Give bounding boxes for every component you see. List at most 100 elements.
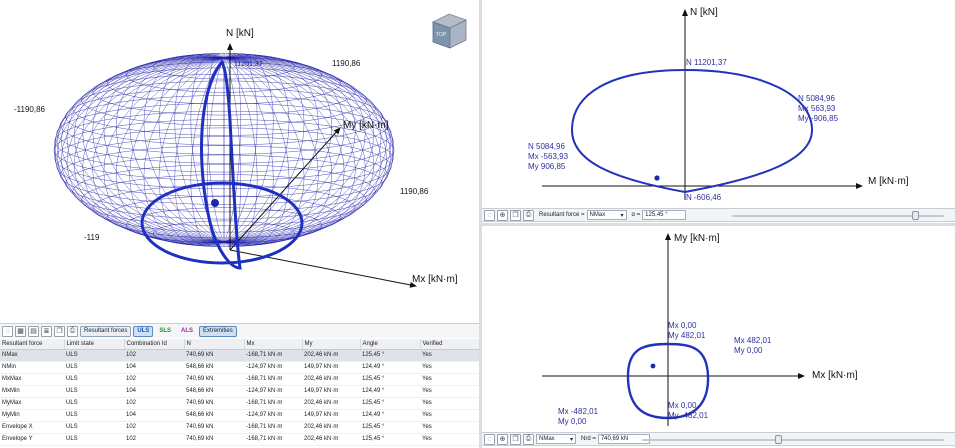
value-label-right: 1190,86 (400, 187, 429, 196)
column-header-verified[interactable]: Verified (420, 339, 479, 350)
surface-meridian (223, 57, 290, 247)
cell-n: 740,69 kN (184, 349, 244, 362)
cell-limit-state: ULS (64, 421, 124, 434)
cell-angle: 124,49 ° (360, 385, 420, 398)
print-icon[interactable]: ⎙ (67, 325, 78, 337)
cell-resultant-force: MxMin (0, 385, 64, 398)
resultant-force-select[interactable]: NMax ▾ (536, 434, 576, 444)
zoom-window-icon[interactable]: ⊕ (497, 433, 508, 445)
column-header-my[interactable]: My (302, 339, 361, 350)
cell-verified: Yes (420, 433, 479, 446)
results-toolbar: ◌ ▦ ▤ ≣ ❐ ⎙ Resultant forces ULS SLS ALS… (0, 323, 479, 338)
view-cube[interactable]: TOP (431, 13, 468, 49)
uls-toggle[interactable]: ULS (133, 325, 154, 337)
cell-verified: Yes (420, 385, 479, 398)
surface-meridian (103, 55, 225, 243)
copy-icon[interactable]: ❐ (510, 209, 521, 221)
cell-n: 548,66 kN (184, 385, 244, 398)
cell-mx: -168,71 kN·m (244, 421, 302, 434)
alpha-slider[interactable] (732, 211, 944, 220)
alpha-input[interactable]: 125,45 ° (642, 210, 687, 220)
copy-icon[interactable]: ❐ (54, 325, 65, 337)
chevron-down-icon: ▾ (569, 436, 573, 443)
cell-resultant-force: Envelope X (0, 421, 64, 434)
left-label-my: My 906,85 (528, 162, 566, 171)
surface-meridian (158, 57, 225, 247)
als-toggle[interactable]: ALS (177, 326, 197, 337)
left-label-my: My 0,00 (558, 417, 587, 426)
column-header-resultant-force[interactable]: Resultant force (0, 339, 65, 350)
cell-angle: 125,45 ° (360, 373, 420, 386)
cell-my: 149,97 kN·m (302, 409, 360, 422)
cell-angle: 125,45 ° (360, 397, 420, 410)
cell-limit-state: ULS (64, 373, 124, 386)
surface-meridian (223, 53, 258, 243)
nrd-slider-handle[interactable] (774, 435, 782, 444)
grid-view-icon[interactable]: ▦ (15, 325, 26, 337)
cell-combination-id: 104 (124, 409, 184, 422)
zoom-fit-icon[interactable]: ◌ (484, 209, 495, 221)
resultant-forces-button[interactable]: Resultant forces (80, 325, 132, 337)
mx-my-toolbar: ◌ ⊕ ❐ ⎙ NMax ▾ Nrd = 740,69 kN (482, 432, 955, 446)
extremities-button[interactable]: Extremities (199, 325, 237, 337)
cell-my: 202,46 kN·m (302, 373, 360, 386)
print-icon[interactable]: ⎙ (523, 209, 534, 221)
table-row[interactable]: NMax ULS 102 740,69 kN -168,71 kN·m 202,46 kN… (0, 349, 479, 362)
nrd-slider[interactable] (642, 435, 944, 444)
list-view-icon[interactable]: ≣ (41, 325, 52, 337)
bottom-label-mx: Mx 0,00 (668, 401, 697, 410)
table-row[interactable]: MyMin ULS 104 548,66 kN -124,97 kN·m 149,97 k… (0, 409, 479, 422)
copy-icon[interactable]: ❐ (510, 433, 521, 445)
interaction-surface-3d[interactable]: N [kN] My [kN·m] Mx [kN·m] 1190,86 -1190… (0, 0, 479, 322)
table-row[interactable]: Envelope X ULS 102 740,69 kN -168,71 kN·m 202… (0, 421, 479, 434)
table-row[interactable]: MyMax ULS 102 740,69 kN -168,71 kN·m 202,46 k… (0, 397, 479, 410)
surface-meridian (223, 53, 290, 243)
surface-meridian (190, 57, 225, 247)
mx-my-diagram-pane[interactable]: My [kN·m] Mx [kN·m] Mx 0,00 My 482,01 Mx… (482, 226, 955, 432)
n-axis-label: N [kN] (226, 28, 254, 39)
surface-meridian (223, 57, 345, 245)
cell-my: 149,97 kN·m (302, 361, 360, 374)
table-row[interactable]: MxMax ULS 102 740,69 kN -168,71 kN·m 202,46 k… (0, 373, 479, 386)
cell-resultant-force: MyMin (0, 409, 64, 422)
column-header-mx[interactable]: Mx (244, 339, 303, 350)
interaction-3d-view[interactable]: N [kN] My [kN·m] Mx [kN·m] 1190,86 -1190… (0, 0, 479, 322)
table-row[interactable]: MxMin ULS 104 548,66 kN -124,97 kN·m 149,97 k… (0, 385, 479, 398)
resultant-force-select[interactable]: NMax ▾ (586, 210, 627, 220)
cell-verified: Yes (420, 409, 479, 422)
cell-combination-id: 102 (124, 421, 184, 434)
cell-angle: 124,49 ° (360, 409, 420, 422)
value-label-top: 11201,37 (234, 61, 263, 68)
alpha-slider-handle[interactable] (912, 211, 920, 220)
n-m-curve (570, 68, 814, 194)
app-root: N [kN] My [kN·m] Mx [kN·m] 1190,86 -1190… (0, 0, 955, 448)
cell-mx: -168,71 kN·m (244, 433, 302, 446)
column-header-angle[interactable]: Angle (360, 339, 421, 350)
value-label-left: -1190,86 (14, 105, 46, 114)
zoom-window-icon[interactable]: ⊕ (497, 209, 508, 221)
table-view-icon[interactable]: ▤ (28, 325, 39, 337)
top-label-my: My 482,01 (668, 331, 706, 340)
zoom-fit-icon[interactable]: ◌ (2, 325, 13, 337)
zoom-fit-icon[interactable]: ◌ (484, 433, 495, 445)
cell-limit-state: ULS (64, 361, 124, 374)
n-m-diagram-pane[interactable]: N [kN] M [kN·m] N 11201,37 N -606,46 N 5… (482, 0, 955, 208)
table-row[interactable]: Envelope Y ULS 102 740,69 kN -168,71 kN·m 202… (0, 433, 479, 446)
sls-toggle[interactable]: SLS (155, 326, 175, 337)
cell-angle: 125,45 ° (360, 349, 420, 362)
n-axis-label: N [kN] (690, 7, 718, 18)
column-header-combination-id[interactable]: Combination Id (124, 339, 185, 350)
column-header-n[interactable]: N (184, 339, 245, 350)
table-row[interactable]: NMin ULS 104 548,66 kN -124,97 kN·m 149,97 kN… (0, 361, 479, 374)
print-icon[interactable]: ⎙ (523, 433, 534, 445)
cell-limit-state: ULS (64, 349, 124, 362)
mx-axis-label: Mx [kN·m] (812, 370, 858, 381)
value-label-top-right: 1190,86 (332, 59, 361, 68)
mx-my-diagram[interactable]: My [kN·m] Mx [kN·m] Mx 0,00 My 482,01 Mx… (482, 226, 955, 432)
n-m-diagram[interactable]: N [kN] M [kN·m] N 11201,37 N -606,46 N 5… (482, 0, 955, 208)
right-label-my: My -906,85 (798, 114, 839, 123)
cell-combination-id: 102 (124, 433, 184, 446)
column-header-limit-state[interactable]: Limit state (64, 339, 125, 350)
cell-mx: -168,71 kN·m (244, 349, 302, 362)
cell-resultant-force: MyMax (0, 397, 64, 410)
